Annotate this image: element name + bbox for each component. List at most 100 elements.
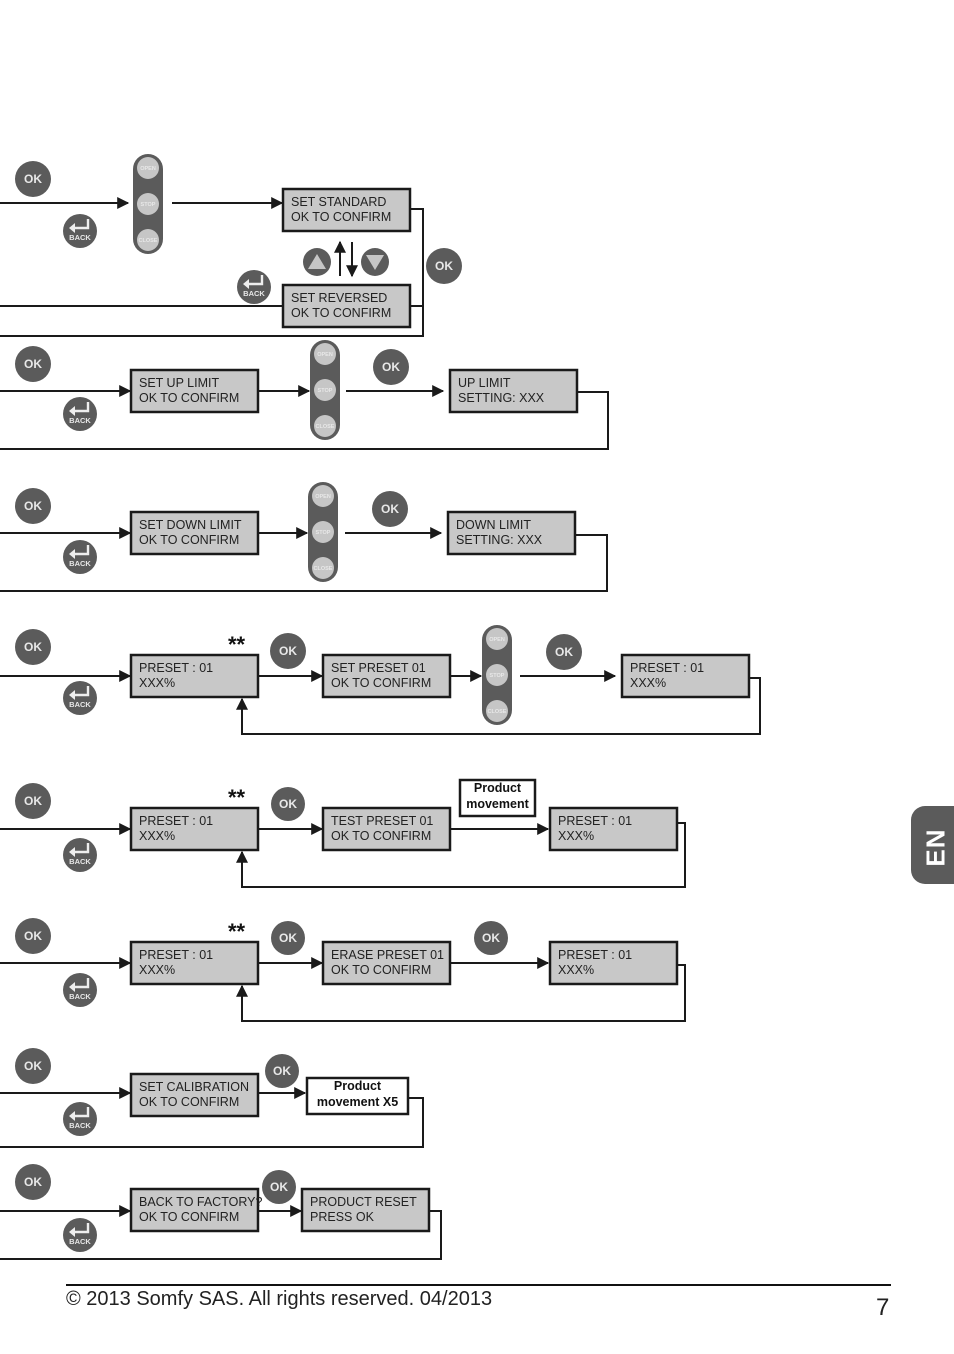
back-button-circle[interactable] — [63, 1218, 97, 1252]
back-label: BACK — [69, 233, 91, 242]
back-label: BACK — [69, 416, 91, 425]
screen-line-1: PRESET : 01 — [139, 661, 213, 675]
back-button-circle[interactable] — [63, 973, 97, 1007]
open-button-label: OPEN — [140, 166, 156, 172]
ok-button[interactable]: OK — [15, 1164, 51, 1200]
page-number: 7 — [876, 1294, 890, 1321]
back-button-circle[interactable] — [237, 270, 271, 304]
back-button-circle[interactable] — [63, 838, 97, 872]
ok-button[interactable]: OK — [426, 248, 462, 284]
screen-up-limit-setting: UP LIMITSETTING: XXX — [448, 368, 579, 414]
product-movement-note: Product movement — [458, 778, 537, 818]
open-button[interactable]: OPEN — [137, 157, 159, 179]
ok-button[interactable]: OK — [262, 1170, 296, 1204]
language-tab-label: EN — [920, 828, 951, 867]
stop-button-label: STOP — [316, 530, 331, 536]
screen-line-1: PRESET : 01 — [139, 948, 213, 962]
ok-label: OK — [273, 1064, 291, 1078]
close-button[interactable]: CLOSE — [314, 415, 336, 437]
ok-button[interactable]: OK — [15, 629, 51, 665]
ok-button[interactable]: OK — [271, 787, 305, 821]
ok-label: OK — [24, 172, 42, 186]
back-button-circle[interactable] — [63, 214, 97, 248]
screen-line-2: SETTING: XXX — [458, 391, 545, 405]
footnote-stars: ** — [228, 785, 246, 810]
screen-set-preset-confirm: SET PRESET 01OK TO CONFIRM — [321, 653, 452, 699]
screen-preset-result: PRESET : 01XXX% — [548, 806, 679, 852]
back-button[interactable]: BACK — [63, 540, 97, 574]
ok-label: OK — [24, 929, 42, 943]
remote-control: OPEN STOP CLOSE — [310, 340, 340, 440]
diagram-shapes: OK BACK OPEN STOP CLOSE SET STANDARDOK TO CON… — [15, 154, 751, 1252]
back-button[interactable]: BACK — [63, 973, 97, 1007]
close-button-label: CLOSE — [488, 709, 507, 715]
screen-down-limit-setting: DOWN LIMITSETTING: XXX — [446, 510, 577, 556]
stop-button-label: STOP — [490, 673, 505, 679]
back-button-circle[interactable] — [63, 540, 97, 574]
stop-button-label: STOP — [318, 388, 333, 394]
screen-line-1: SET UP LIMIT — [139, 376, 219, 390]
screen-line-1: PRESET : 01 — [630, 661, 704, 675]
back-button[interactable]: BACK — [63, 214, 97, 248]
screen-set-standard: SET STANDARDOK TO CONFIRM — [281, 187, 412, 233]
back-label: BACK — [69, 857, 91, 866]
screen-line-1: SET DOWN LIMIT — [139, 518, 242, 532]
ok-button[interactable]: OK — [15, 161, 51, 197]
back-button-circle[interactable] — [63, 681, 97, 715]
screen-line-1: DOWN LIMIT — [456, 518, 531, 532]
ok-label: OK — [382, 360, 400, 374]
ok-button[interactable]: OK — [265, 1054, 299, 1088]
close-button[interactable]: CLOSE — [486, 700, 508, 722]
screen-line-2: OK TO CONFIRM — [331, 676, 431, 690]
back-button[interactable]: BACK — [63, 838, 97, 872]
back-button[interactable]: BACK — [63, 681, 97, 715]
ok-button[interactable]: OK — [271, 921, 305, 955]
ok-button[interactable]: OK — [15, 783, 51, 819]
back-button-circle[interactable] — [63, 397, 97, 431]
screen-line-1: SET CALIBRATION — [139, 1080, 249, 1094]
up-button[interactable] — [303, 248, 331, 276]
close-button[interactable]: CLOSE — [312, 557, 334, 579]
ok-button[interactable]: OK — [373, 349, 409, 385]
ok-label: OK — [279, 931, 297, 945]
ok-button[interactable]: OK — [15, 918, 51, 954]
back-button-circle[interactable] — [63, 1102, 97, 1136]
stop-button[interactable]: STOP — [314, 379, 336, 401]
screen-line-2: OK TO CONFIRM — [331, 963, 431, 977]
screen-line-1: SET REVERSED — [291, 291, 387, 305]
stop-button-label: STOP — [141, 202, 156, 208]
ok-label: OK — [435, 259, 453, 273]
ok-label: OK — [482, 931, 500, 945]
screen-line-1: PRESET : 01 — [558, 814, 632, 828]
note-line-2: movement — [466, 797, 529, 811]
close-button[interactable]: CLOSE — [137, 229, 159, 251]
open-button[interactable]: OPEN — [312, 485, 334, 507]
screen-line-1: BACK TO FACTORY? — [139, 1195, 262, 1209]
ok-label: OK — [279, 644, 297, 658]
ok-button[interactable]: OK — [546, 634, 582, 670]
stop-button[interactable]: STOP — [137, 193, 159, 215]
back-button[interactable]: BACK — [63, 1102, 97, 1136]
open-button[interactable]: OPEN — [314, 343, 336, 365]
screen-line-2: OK TO CONFIRM — [139, 1095, 239, 1109]
ok-button[interactable]: OK — [15, 488, 51, 524]
remote-control: OPEN STOP CLOSE — [308, 482, 338, 582]
down-button[interactable] — [361, 248, 389, 276]
stop-button[interactable]: STOP — [486, 664, 508, 686]
ok-label: OK — [24, 357, 42, 371]
ok-button[interactable]: OK — [15, 346, 51, 382]
back-button[interactable]: BACK — [237, 270, 271, 304]
screen-product-reset: PRODUCT RESETPRESS OK — [300, 1187, 431, 1233]
back-button[interactable]: BACK — [63, 397, 97, 431]
ok-button[interactable]: OK — [270, 633, 306, 669]
open-button[interactable]: OPEN — [486, 628, 508, 650]
ok-button[interactable]: OK — [15, 1048, 51, 1084]
back-label: BACK — [69, 559, 91, 568]
footnote-stars: ** — [228, 919, 246, 944]
screen-line-1: PRODUCT RESET — [310, 1195, 417, 1209]
ok-button[interactable]: OK — [474, 921, 508, 955]
ok-button[interactable]: OK — [372, 491, 408, 527]
note-line-2: movement X5 — [317, 1095, 398, 1109]
back-button[interactable]: BACK — [63, 1218, 97, 1252]
stop-button[interactable]: STOP — [312, 521, 334, 543]
